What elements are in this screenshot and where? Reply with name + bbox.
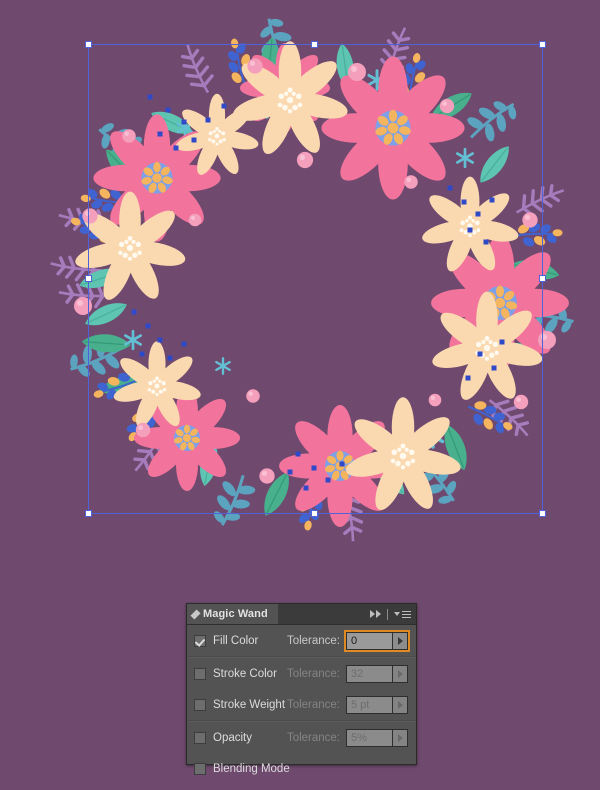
panel-title: Magic Wand [203, 608, 268, 620]
tolerance-group-blending-mode [346, 760, 408, 778]
label-stroke-weight: Stroke Weight [213, 698, 286, 711]
checkbox-fill-color[interactable] [194, 634, 206, 647]
tolerance-label-stroke-weight: Tolerance: [286, 698, 340, 711]
tolerance-value-stroke-weight[interactable]: 5 pt [347, 696, 392, 713]
checkbox-opacity[interactable] [194, 731, 206, 744]
tolerance-value-opacity[interactable]: 5% [347, 729, 392, 746]
tolerance-group-opacity: Tolerance: 5% [286, 728, 408, 747]
tolerance-group-stroke-weight: Tolerance: 5 pt [286, 695, 408, 714]
tolerance-stepper-stroke-weight[interactable] [392, 696, 407, 713]
label-blending-mode: Blending Mode [213, 762, 290, 775]
row-stroke-color[interactable]: Stroke Color Tolerance: 32 [187, 658, 416, 689]
checkbox-stroke-weight[interactable] [194, 698, 206, 711]
panel-titlebar[interactable]: Magic Wand [187, 604, 416, 625]
double-chevron-right-icon[interactable] [370, 610, 381, 618]
titlebar-divider [387, 608, 388, 620]
panel-tab-magic-wand[interactable]: Magic Wand [187, 604, 278, 624]
tolerance-input-opacity[interactable]: 5% [346, 728, 408, 747]
label-opacity: Opacity [213, 731, 252, 744]
diamond-icon [190, 608, 201, 620]
tolerance-stepper-fill-color[interactable] [392, 632, 407, 649]
panel-body: Fill Color Tolerance: 0 Stroke Color Tol… [187, 625, 416, 784]
tolerance-label-opacity: Tolerance: [286, 731, 340, 744]
row-stroke-weight[interactable]: Stroke Weight Tolerance: 5 pt [187, 689, 416, 720]
illustration-canvas[interactable] [0, 0, 600, 600]
tolerance-placeholder-blending-mode [346, 760, 408, 778]
tolerance-label-fill-color: Tolerance: [286, 634, 340, 647]
tolerance-input-stroke-weight[interactable]: 5 pt [346, 695, 408, 714]
floral-wreath-artwork[interactable] [0, 0, 600, 600]
tolerance-value-stroke-color[interactable]: 32 [347, 665, 392, 682]
tolerance-stepper-opacity[interactable] [392, 729, 407, 746]
tolerance-value-fill-color[interactable]: 0 [347, 632, 392, 649]
row-fill-color[interactable]: Fill Color Tolerance: 0 [187, 625, 416, 656]
tolerance-input-stroke-color[interactable]: 32 [346, 664, 408, 683]
tolerance-group-stroke-color: Tolerance: 32 [286, 664, 408, 683]
label-fill-color: Fill Color [213, 634, 259, 647]
panel-menu-icon[interactable] [394, 610, 411, 618]
row-blending-mode[interactable]: Blending Mode [187, 753, 416, 784]
tolerance-stepper-stroke-color[interactable] [392, 665, 407, 682]
tolerance-input-fill-color[interactable]: 0 [344, 629, 410, 652]
magic-wand-panel[interactable]: Magic Wand Fill Color Tolerance: 0 Strok… [186, 603, 417, 775]
checkbox-blending-mode[interactable] [194, 762, 206, 775]
label-stroke-color: Stroke Color [213, 667, 277, 680]
row-opacity[interactable]: Opacity Tolerance: 5% [187, 722, 416, 753]
tolerance-group-fill-color: Tolerance: 0 [286, 629, 410, 652]
panel-titlebar-controls [370, 604, 411, 624]
checkbox-stroke-color[interactable] [194, 667, 206, 680]
tolerance-label-stroke-color: Tolerance: [286, 667, 340, 680]
